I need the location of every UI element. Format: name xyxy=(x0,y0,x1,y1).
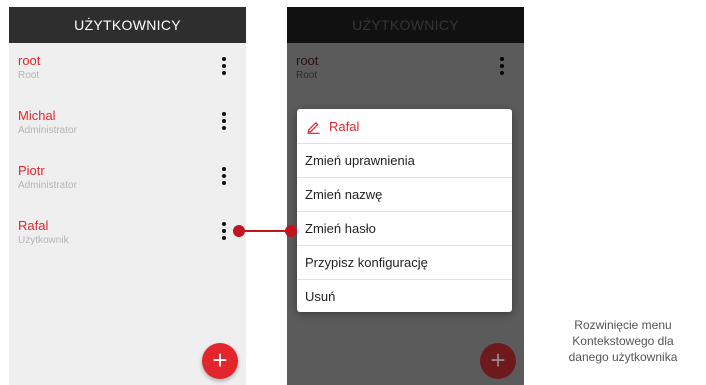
caption-line: Kontekstowego dla xyxy=(572,334,674,348)
callout-dot-end xyxy=(285,225,297,237)
caption-line: Rozwinięcie menu xyxy=(574,318,672,332)
caption-line: danego użytkownika xyxy=(568,350,678,364)
caption: Rozwinięcie menu Kontekstowego dla daneg… xyxy=(548,317,698,365)
callout-dot-start xyxy=(233,225,245,237)
